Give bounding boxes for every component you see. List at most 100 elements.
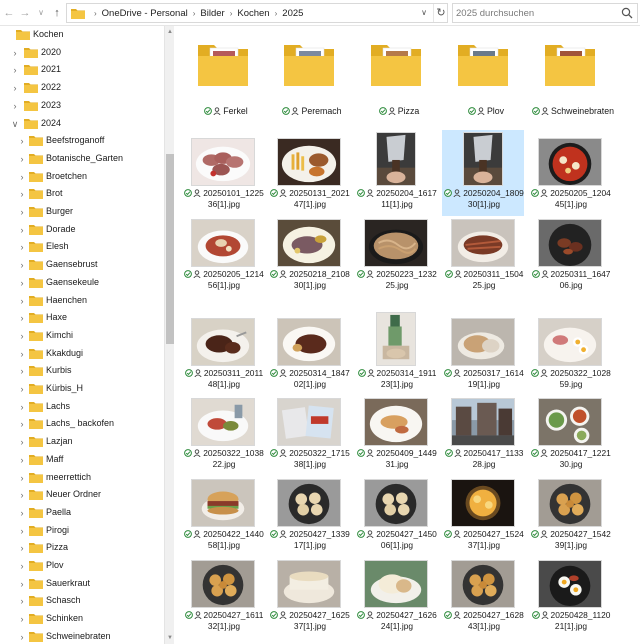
file-tile[interactable]: 20250417_122130.jpg (529, 390, 611, 476)
tree-item-2024[interactable]: ∨ 2024 (0, 115, 164, 133)
file-tile[interactable]: 20250223_123225.jpg (355, 211, 437, 297)
chevron-right-icon[interactable]: › (17, 630, 27, 644)
tree-item-kimchi[interactable]: › Kimchi (0, 327, 164, 345)
search-icon[interactable] (621, 7, 633, 19)
chevron-right-icon[interactable]: › (17, 453, 27, 467)
tree-item-kurbis[interactable]: › Kurbis (0, 362, 164, 380)
chevron-right-icon[interactable]: › (17, 170, 27, 184)
file-tile[interactable]: 20250204_161711[1].jpg (355, 130, 437, 216)
chevron-right-icon[interactable]: › (10, 99, 20, 113)
refresh-icon[interactable]: ↻ (433, 4, 448, 22)
folder-tile[interactable]: Peremach (268, 32, 350, 128)
file-tile[interactable]: 20250218_210830[1].jpg (268, 211, 350, 297)
file-tile[interactable]: 20250205_120445[1].jpg (529, 130, 611, 216)
tree-item-2023[interactable]: › 2023 (0, 97, 164, 115)
tree-item-haenchen[interactable]: › Haenchen (0, 292, 164, 310)
forward-arrow-icon[interactable]: → (18, 5, 32, 21)
file-tile[interactable]: 20250314_184702[1].jpg (268, 310, 350, 396)
tree-item-lazjan[interactable]: › Lazjan (0, 433, 164, 451)
chevron-right-icon[interactable]: › (17, 559, 27, 573)
chevron-right-icon[interactable]: › (17, 471, 27, 485)
folder-tile[interactable]: Schweinebraten (529, 32, 614, 128)
chevron-right-icon[interactable]: › (17, 612, 27, 626)
chevron-right-icon[interactable]: › (17, 152, 27, 166)
file-tile[interactable]: 20250204_180930[1].jpg (442, 130, 524, 216)
tree-item-burger[interactable]: › Burger (0, 203, 164, 221)
chevron-right-icon[interactable]: › (17, 329, 27, 343)
tree-item-brot[interactable]: › Brot (0, 185, 164, 203)
tree-item-paella[interactable]: › Paella (0, 504, 164, 522)
tree-item-k-rbis-h[interactable]: › Kürbis_H (0, 380, 164, 398)
chevron-right-icon[interactable]: › (17, 506, 27, 520)
tree-item-gaensebrust[interactable]: › Gaensebrust (0, 256, 164, 274)
chevron-down-icon[interactable]: ∨ (10, 117, 20, 131)
file-tile[interactable]: 20250322_171538[1].jpg (268, 390, 350, 476)
tree-item-sauerkraut[interactable]: › Sauerkraut (0, 575, 164, 593)
up-arrow-icon[interactable]: ↑ (50, 5, 64, 21)
file-tile[interactable]: 20250428_112021[1].jpg (529, 552, 611, 638)
tree-item-gaensekeule[interactable]: › Gaensekeule (0, 274, 164, 292)
chevron-right-icon[interactable]: › (17, 294, 27, 308)
tree-item-kochen[interactable]: Kochen (0, 26, 164, 44)
tree-item-pizza[interactable]: › Pizza (0, 539, 164, 557)
chevron-right-icon[interactable]: › (17, 311, 27, 325)
file-tile[interactable]: 20250314_191123[1].jpg (355, 310, 437, 396)
file-tile[interactable]: 20250317_161419[1].jpg (442, 310, 524, 396)
chevron-right-icon[interactable]: › (10, 46, 20, 60)
tree-item-2020[interactable]: › 2020 (0, 44, 164, 62)
navigation-pane-scrollbar[interactable]: ▲ ▼ (164, 26, 174, 644)
folder-tile[interactable]: Ferkel (182, 32, 264, 128)
tree-item-botanische-garten[interactable]: › Botanische_Garten (0, 150, 164, 168)
tree-item-beefstroganoff[interactable]: › Beefstroganoff (0, 132, 164, 150)
folder-tile[interactable]: Plov (442, 32, 524, 128)
chevron-right-icon[interactable]: › (17, 240, 27, 254)
tree-item-schweinebraten[interactable]: › Schweinebraten (0, 628, 164, 644)
file-tile[interactable]: 20250311_150425.jpg (442, 211, 524, 297)
chevron-right-icon[interactable]: › (17, 400, 27, 414)
breadcrumb-chevron-icon[interactable]: › (275, 9, 278, 18)
chevron-right-icon[interactable]: › (17, 577, 27, 591)
chevron-right-icon[interactable]: › (17, 347, 27, 361)
chevron-right-icon[interactable]: › (17, 258, 27, 272)
file-tile[interactable]: 20250427_162624[1].jpg (355, 552, 437, 638)
tree-item-2022[interactable]: › 2022 (0, 79, 164, 97)
tree-item-plov[interactable]: › Plov (0, 557, 164, 575)
breadcrumb-onedrive[interactable]: OneDrive - Personal (102, 8, 188, 19)
tree-item-kkakdugi[interactable]: › Kkakdugi (0, 345, 164, 363)
breadcrumb-chevron-icon[interactable]: › (193, 9, 196, 18)
file-tile[interactable]: 20250427_161132[1].jpg (182, 552, 264, 638)
tree-item-schasch[interactable]: › Schasch (0, 592, 164, 610)
file-tile[interactable]: 20250131_202147[1].jpg (268, 130, 350, 216)
recent-locations-chevron-icon[interactable]: ∨ (34, 5, 48, 21)
file-tile[interactable]: 20250101_122536[1].jpg (182, 130, 264, 216)
tree-item-elesh[interactable]: › Elesh (0, 238, 164, 256)
chevron-right-icon[interactable]: › (17, 276, 27, 290)
tree-item-dorade[interactable]: › Dorade (0, 221, 164, 239)
chevron-right-icon[interactable]: › (17, 541, 27, 555)
tree-item-neuer-ordner[interactable]: › Neuer Ordner (0, 486, 164, 504)
file-tile[interactable]: 20250427_145006[1].jpg (355, 471, 437, 557)
chevron-right-icon[interactable]: › (17, 364, 27, 378)
chevron-right-icon[interactable]: › (17, 134, 27, 148)
file-tile[interactable]: 20250427_133917[1].jpg (268, 471, 350, 557)
tree-item-2021[interactable]: › 2021 (0, 61, 164, 79)
chevron-right-icon[interactable]: › (17, 382, 27, 396)
file-tile[interactable]: 20250409_144931.jpg (355, 390, 437, 476)
breadcrumb-2025[interactable]: 2025 (282, 8, 303, 19)
chevron-right-icon[interactable]: › (17, 187, 27, 201)
file-tile[interactable]: 20250322_103822.jpg (182, 390, 264, 476)
search-box[interactable] (452, 3, 638, 23)
file-tile[interactable]: 20250311_164706.jpg (529, 211, 611, 297)
file-tile[interactable]: 20250427_154239[1].jpg (529, 471, 611, 557)
breadcrumb-bilder[interactable]: Bilder (200, 8, 224, 19)
chevron-right-icon[interactable]: › (17, 435, 27, 449)
file-tile[interactable]: 20250417_113328.jpg (442, 390, 524, 476)
tree-item-schinken[interactable]: › Schinken (0, 610, 164, 628)
chevron-right-icon[interactable]: › (17, 488, 27, 502)
tree-item-lachs-backofen[interactable]: › Lachs_ backofen (0, 415, 164, 433)
address-dropdown-chevron-icon[interactable]: ∨ (417, 4, 431, 22)
chevron-right-icon[interactable]: › (10, 81, 20, 95)
tree-item-meerrettich[interactable]: › meerrettich (0, 469, 164, 487)
file-tile[interactable]: 20250205_121456[1].jpg (182, 211, 264, 297)
tree-item-haxe[interactable]: › Haxe (0, 309, 164, 327)
